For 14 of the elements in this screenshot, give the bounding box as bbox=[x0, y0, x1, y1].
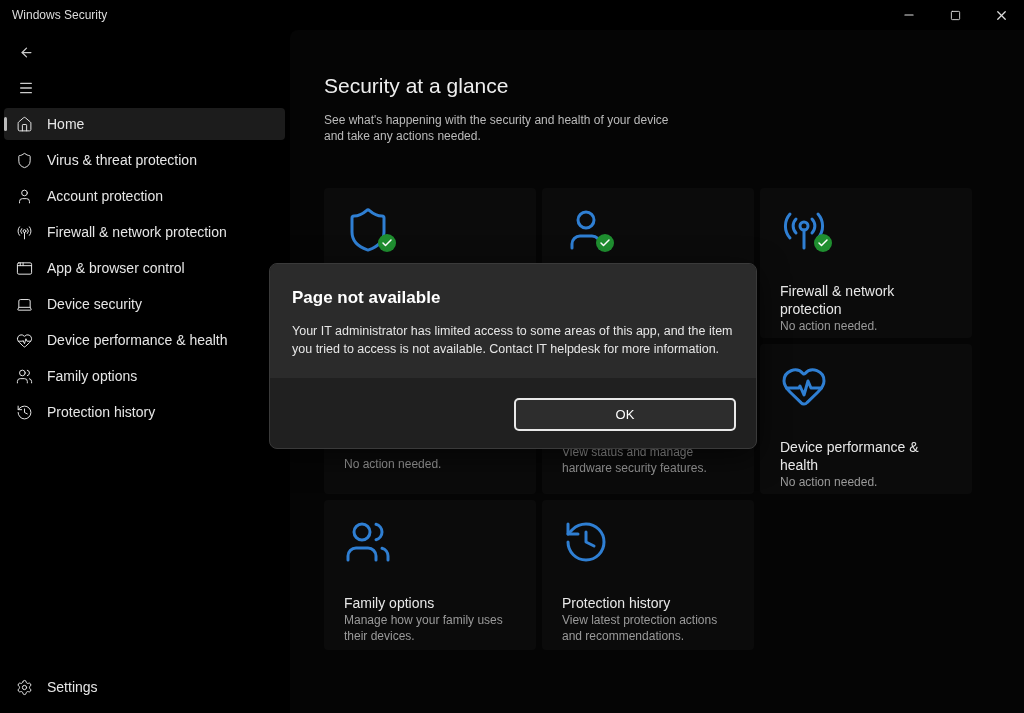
card-title: Firewall & network protection bbox=[780, 282, 896, 318]
card-description: No action needed. bbox=[780, 474, 879, 490]
card-title: Device performance & health bbox=[780, 438, 920, 474]
card-title: Protection history bbox=[562, 594, 672, 612]
page-title: Security at a glance bbox=[324, 74, 510, 98]
window-title: Windows Security bbox=[12, 8, 108, 22]
dialog-message: Your IT administrator has limited access to some areas of this app, and the item you tried to access is not available. Contact IT helpdesk for more information. bbox=[292, 323, 734, 358]
dialog-title: Page not available bbox=[292, 288, 442, 308]
card-description: No action needed. bbox=[780, 318, 879, 334]
card-description: No action needed. bbox=[344, 456, 443, 472]
page-subtitle: See what's happening with the security and health of your device and take any actions needed. bbox=[324, 112, 670, 144]
card-description: View latest protection actions and recommendations. bbox=[562, 612, 719, 644]
card-description: Manage how your family uses their devices. bbox=[344, 612, 504, 644]
card-title: Family options bbox=[344, 594, 436, 612]
